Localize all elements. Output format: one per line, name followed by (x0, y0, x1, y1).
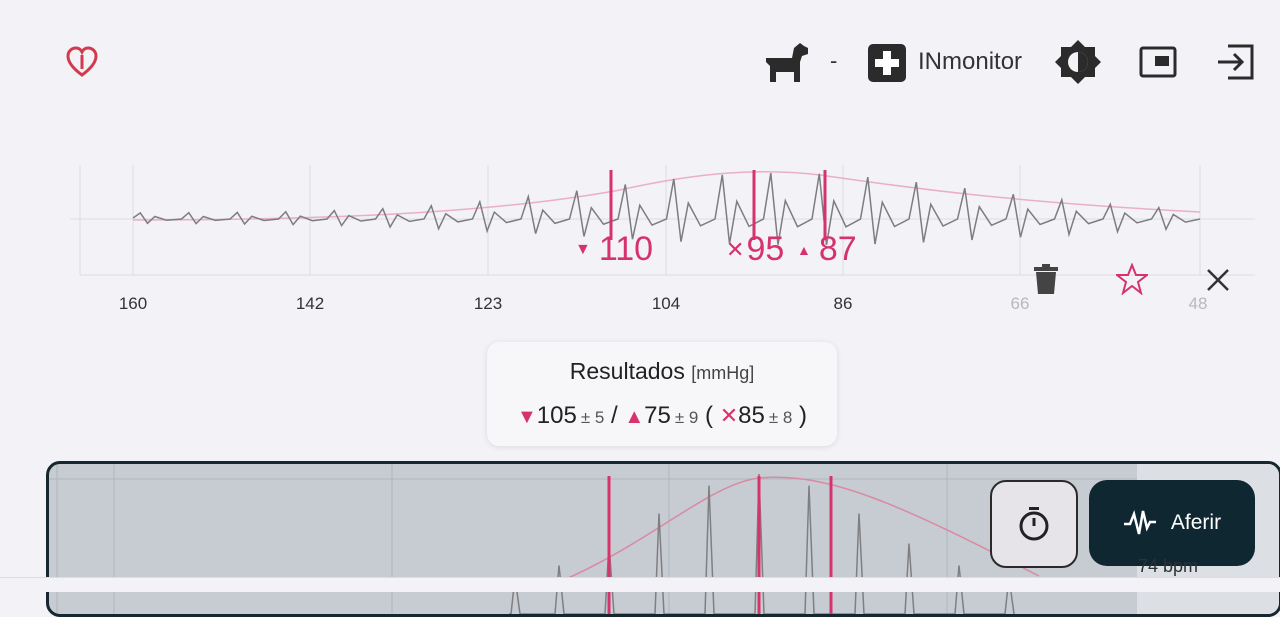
trash-icon[interactable] (1032, 262, 1060, 296)
dog-icon[interactable] (762, 40, 812, 86)
results-unit: [mmHg] (691, 363, 755, 383)
timer-button[interactable] (990, 480, 1078, 568)
aferir-button[interactable]: Aferir (1089, 480, 1255, 566)
close-paren: ) (799, 402, 808, 429)
down-triangle-icon: ▼ (575, 240, 591, 258)
down-triangle-icon: ▼ (516, 406, 537, 428)
tick-label: 123 (473, 294, 503, 313)
systolic-value: 105 (536, 402, 577, 429)
tick-label: 142 (295, 294, 325, 313)
live-envelope-curve (558, 476, 1040, 583)
diastolic-error: ± 9 (674, 408, 699, 427)
systolic-error: ± 5 (580, 408, 605, 427)
open-paren: ( (705, 402, 714, 429)
tick-label: 48 (1188, 294, 1208, 313)
picture-in-picture-icon[interactable] (1138, 44, 1178, 80)
systolic-marker-label: ▼ 110 (575, 230, 654, 268)
tick-label: 66 (1010, 294, 1030, 313)
medical-cross-icon (866, 42, 908, 84)
separator: / (611, 402, 618, 429)
bottom-edge (0, 577, 1280, 592)
aferir-label: Aferir (1170, 511, 1222, 534)
mean-marker-label: ✕ 95 (726, 230, 785, 268)
close-icon[interactable] (1204, 266, 1232, 294)
logout-icon[interactable] (1214, 42, 1256, 82)
mean-value: 85 (738, 402, 765, 429)
cross-icon: ✕ (726, 236, 745, 262)
live-waveform (509, 473, 1015, 614)
pulse-wave-icon (1123, 509, 1156, 535)
brightness-icon[interactable] (1054, 38, 1102, 86)
up-triangle-icon: ▲ (624, 406, 645, 428)
results-card: Resultados [mmHg] ▼105 ± 5 / ▲75 ± 9 ( ✕85… (487, 342, 837, 446)
tick-label: 104 (651, 294, 681, 313)
diastolic-value: 75 (644, 402, 671, 429)
mean-error: ± 8 (768, 408, 793, 427)
heart-rate-text: 74 bpm (1138, 556, 1199, 576)
results-title: Resultados [mmHg] (569, 358, 755, 384)
star-icon[interactable] (1115, 262, 1149, 296)
cross-icon: ✕ (719, 403, 739, 428)
pet-separator: - (830, 48, 838, 73)
stopwatch-icon (1019, 507, 1049, 541)
heart-outline-logo-icon[interactable] (64, 44, 100, 80)
app-name: INmonitor (918, 48, 1023, 75)
tick-label: 160 (118, 294, 148, 313)
up-triangle-icon: ▲ (797, 241, 811, 258)
diastolic-marker-label: ▲ 87 (797, 230, 857, 268)
tick-label: 86 (833, 294, 853, 313)
results-values: ▼105 ± 5 / ▲75 ± 9 ( ✕85 ± 8 ) (487, 402, 837, 430)
x-axis-ticks: 160 142 123 104 86 66 48 (0, 294, 1280, 314)
